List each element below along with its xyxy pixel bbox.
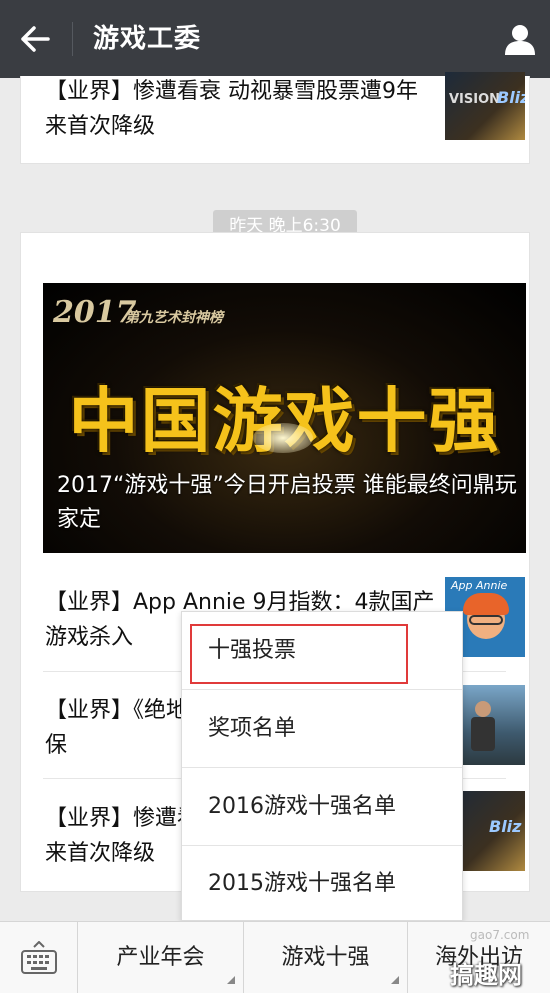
thumb-logo-text: Bliz [489,817,522,836]
top-bar: 游戏工委 [0,0,550,78]
submenu-indicator-icon [391,976,399,984]
menu-tab-label: 产业年会 [116,945,205,970]
keyboard-toggle-button[interactable] [0,922,78,993]
profile-button[interactable] [490,0,550,78]
header-divider [72,22,73,56]
back-button[interactable] [0,0,70,78]
banner-glow [253,423,313,453]
menu-item-2015-list[interactable]: 2015游戏十强名单 [182,845,462,922]
article-thumbnail: VISION Bliz [445,72,525,140]
thumb-text: VISION [449,92,501,107]
article-title: 【业界】惨遭看衰 动视暴雪股票遭9年来首次降级 [45,79,418,139]
highlight-box [190,624,408,684]
submenu-indicator-icon [227,976,235,984]
thumb-logo-text: Bliz [497,88,525,107]
watermark-text: 搞趣网 [450,961,522,989]
thumb-label: App Annie [451,579,508,592]
menu-item-2016-list[interactable]: 2016游戏十强名单 [182,768,462,845]
menu-item-awards[interactable]: 奖项名单 [182,690,462,767]
banner-caption: 2017“游戏十强”今日开启投票 谁能最终问鼎玩家定 [57,473,517,532]
back-arrow-icon [21,26,50,52]
banner-article[interactable]: 2017 第九艺术封神榜 中国游戏十强 2017“游戏十强”今日开启投票 谁能最… [43,283,526,553]
submenu-popup: 十强投票 奖项名单 2016游戏十强名单 2015游戏十强名单 [181,611,463,921]
menu-tab-top10[interactable]: 游戏十强 [244,922,408,993]
menu-tab-label: 游戏十强 [281,945,370,970]
page-title: 游戏工委 [93,24,202,54]
keyboard-icon [20,941,57,974]
menu-tab-industry[interactable]: 产业年会 [78,922,244,993]
article-card-previous[interactable]: 【业界】惨遭看衰 动视暴雪股票遭9年来首次降级 VISION Bliz [20,72,530,164]
banner-subtitle: 第九艺术封神榜 [125,310,223,326]
person-icon [505,25,535,55]
banner-year: 2017 [53,295,137,330]
watermark-url: gao7.com [470,928,530,942]
